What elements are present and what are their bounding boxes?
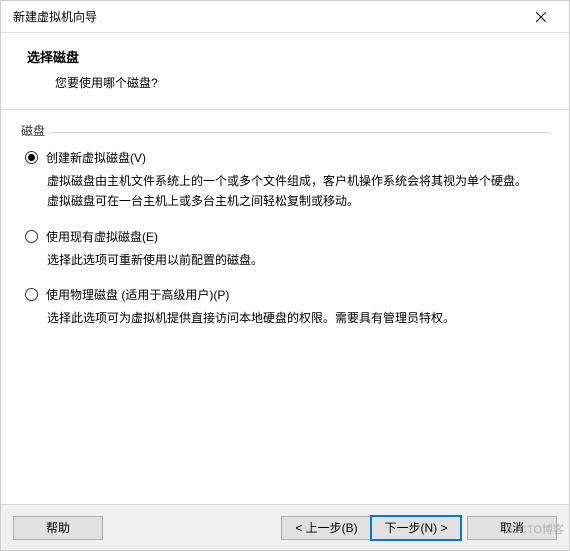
fieldset-header: 磁盘 (21, 122, 549, 143)
nav-button-group: < 上一步(B) 下一步(N) > (275, 516, 461, 540)
wizard-dialog: 新建虚拟机向导 选择磁盘 您要使用哪个磁盘? 磁盘 创建新虚拟磁盘(V) 虚拟磁… (0, 0, 570, 551)
radio-use-physical-disk[interactable] (25, 288, 38, 301)
radio-use-existing-disk[interactable] (25, 230, 38, 243)
page-title: 选择磁盘 (27, 47, 543, 66)
page-subtitle: 您要使用哪个磁盘? (27, 74, 543, 91)
option-use-existing-disk: 使用现有虚拟磁盘(E) 选择此选项可重新使用以前配置的磁盘。 (25, 228, 545, 271)
disk-options-group: 创建新虚拟磁盘(V) 虚拟磁盘由主机文件系统上的一个或多个文件组成，客户机操作系… (21, 143, 549, 329)
option-create-new-disk: 创建新虚拟磁盘(V) 虚拟磁盘由主机文件系统上的一个或多个文件组成，客户机操作系… (25, 149, 545, 212)
fieldset-label: 磁盘 (21, 122, 51, 139)
option-use-physical-disk-label: 使用物理磁盘 (适用于高级用户)(P) (46, 286, 229, 303)
option-create-new-disk-desc: 虚拟磁盘由主机文件系统上的一个或多个文件组成，客户机操作系统会将其视为单个硬盘。… (25, 166, 545, 212)
option-use-physical-disk: 使用物理磁盘 (适用于高级用户)(P) 选择此选项可为虚拟机提供直接访问本地硬盘… (25, 286, 545, 329)
option-use-existing-disk-label: 使用现有虚拟磁盘(E) (46, 228, 158, 245)
close-icon (536, 12, 546, 22)
wizard-content: 磁盘 创建新虚拟磁盘(V) 虚拟磁盘由主机文件系统上的一个或多个文件组成，客户机… (1, 110, 569, 504)
next-button[interactable]: 下一步(N) > (371, 516, 461, 540)
option-create-new-disk-label: 创建新虚拟磁盘(V) (46, 149, 146, 166)
option-use-existing-disk-desc: 选择此选项可重新使用以前配置的磁盘。 (25, 245, 545, 271)
close-button[interactable] (521, 3, 561, 31)
option-use-physical-disk-row[interactable]: 使用物理磁盘 (适用于高级用户)(P) (25, 286, 545, 303)
radio-create-new-disk[interactable] (25, 151, 38, 164)
wizard-footer: 帮助 < 上一步(B) 下一步(N) > 取消 (1, 504, 569, 550)
option-create-new-disk-row[interactable]: 创建新虚拟磁盘(V) (25, 149, 545, 166)
wizard-header: 选择磁盘 您要使用哪个磁盘? (1, 33, 569, 110)
back-button[interactable]: < 上一步(B) (281, 516, 371, 540)
option-use-existing-disk-row[interactable]: 使用现有虚拟磁盘(E) (25, 228, 545, 245)
cancel-button[interactable]: 取消 (467, 516, 557, 540)
fieldset-divider (51, 132, 549, 133)
option-use-physical-disk-desc: 选择此选项可为虚拟机提供直接访问本地硬盘的权限。需要具有管理员特权。 (25, 303, 545, 329)
window-title: 新建虚拟机向导 (13, 8, 521, 25)
help-button[interactable]: 帮助 (13, 516, 103, 540)
titlebar: 新建虚拟机向导 (1, 1, 569, 33)
